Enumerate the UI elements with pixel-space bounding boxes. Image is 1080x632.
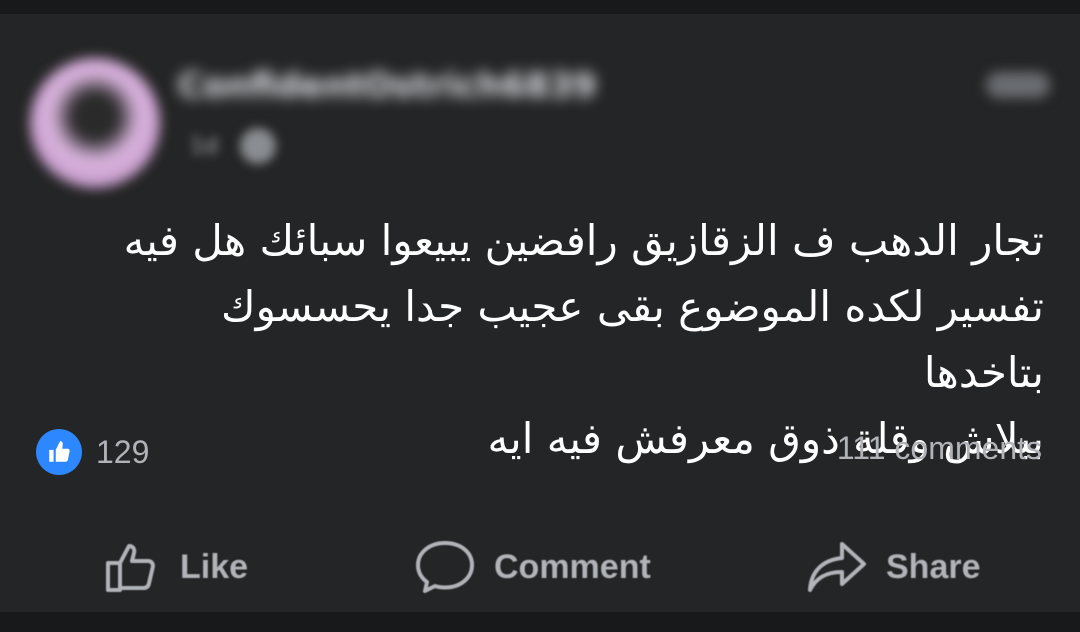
thumbs-up-icon: [36, 429, 82, 475]
share-arrow-icon: [806, 540, 868, 594]
reactions-summary[interactable]: 129: [36, 428, 149, 476]
share-label: Share: [886, 547, 981, 586]
like-button[interactable]: Like: [104, 534, 248, 600]
author-name[interactable]: ConfidentOstrich6839: [178, 66, 658, 112]
globe-icon: [239, 128, 276, 164]
bottom-strip: [0, 612, 1080, 632]
post-card: ConfidentOstrich6839 1d تجار الدهب ف الز…: [0, 14, 1080, 612]
post-body-line: تجار الدهب ف الزقازيق رافضين يبيعوا سبائ…: [123, 216, 1044, 265]
post-body-line: تفسير لكده الموضوع بقى عجيب جدا يحسسوك ب…: [220, 282, 1044, 397]
avatar[interactable]: [30, 58, 160, 188]
action-bar: Like Comment Share: [0, 534, 1080, 604]
more-options-icon[interactable]: [986, 72, 1050, 98]
post-meta: 1d: [190, 126, 330, 166]
comment-button[interactable]: Comment: [414, 534, 651, 600]
reaction-count: 129: [96, 433, 150, 470]
speech-bubble-icon: [414, 539, 476, 595]
share-button[interactable]: Share: [806, 534, 981, 600]
post-time[interactable]: 1d: [190, 134, 218, 159]
comment-label: Comment: [494, 547, 651, 586]
thumbs-up-outline-icon: [104, 541, 162, 593]
like-label: Like: [180, 547, 249, 586]
comments-count[interactable]: 111 comments: [837, 430, 1042, 467]
top-strip: [0, 0, 1080, 14]
